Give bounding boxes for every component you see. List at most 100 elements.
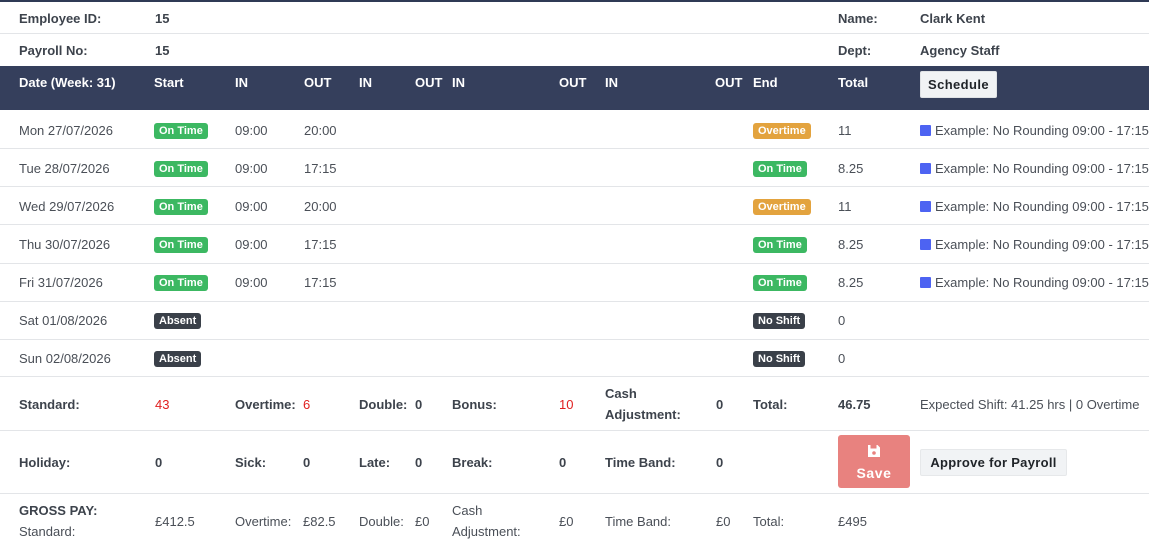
clock-out-time: 17:15: [304, 237, 337, 252]
divider: [0, 33, 1149, 34]
double-value: 0: [415, 397, 423, 412]
header-date: Date (Week: 31): [19, 75, 116, 90]
time-band-label: Time Band:: [605, 455, 676, 470]
clock-in-time: 09:00: [235, 237, 268, 252]
schedule-label: Example: No Rounding 09:00 - 17:15: [935, 237, 1149, 252]
dept-label: Dept:: [838, 43, 872, 58]
row-total: 0: [838, 351, 846, 366]
standard-label: Standard:: [19, 397, 80, 412]
name-value: Clark Kent: [920, 11, 986, 26]
clock-in-time: 09:00: [235, 275, 268, 290]
gross-pay-title: GROSS PAY:: [19, 503, 98, 518]
cash-adjustment-label-1: Cash: [605, 386, 637, 401]
clock-out-time: 17:15: [304, 275, 337, 290]
start-status-badge: On Time: [154, 275, 208, 291]
start-status-badge: On Time: [154, 199, 208, 215]
divider: [0, 493, 1149, 494]
end-status-badge: Overtime: [753, 199, 811, 215]
row-total: 11: [838, 199, 852, 214]
total-value: 46.75: [838, 397, 871, 412]
row-date: Thu 30/07/2026: [19, 237, 111, 252]
divider: [0, 224, 1149, 225]
sick-value: 0: [303, 455, 311, 470]
row-date: Wed 29/07/2026: [19, 199, 115, 214]
end-status-badge: On Time: [753, 237, 807, 253]
gross-cash-label-1: Cash: [452, 503, 483, 518]
schedule-label: Example: No Rounding 09:00 - 17:15: [935, 123, 1149, 138]
gross-total-value: £495: [838, 514, 867, 529]
holiday-value: 0: [155, 455, 163, 470]
header-out-1: OUT: [304, 75, 332, 90]
employee-id-label: Employee ID:: [19, 11, 102, 26]
approve-for-payroll-button[interactable]: Approve for Payroll: [920, 449, 1067, 476]
row-total: 8.25: [838, 161, 864, 176]
start-status-badge: On Time: [154, 161, 208, 177]
bonus-value: 10: [559, 397, 574, 412]
overtime-label: Overtime:: [235, 397, 296, 412]
schedule-label: Example: No Rounding 09:00 - 17:15: [935, 199, 1149, 214]
late-value: 0: [415, 455, 423, 470]
schedule-square-icon: [920, 163, 931, 174]
clock-out-time: 20:00: [304, 123, 337, 138]
gross-overtime-value: £82.5: [303, 514, 336, 529]
end-status-badge: No Shift: [753, 313, 806, 329]
schedule-label: Example: No Rounding 09:00 - 17:15: [935, 161, 1149, 176]
header-start: Start: [154, 75, 184, 90]
header-out-2: OUT: [415, 75, 443, 90]
payroll-no-value: 15: [155, 43, 170, 58]
cash-adjustment-label-2: Adjustment:: [605, 407, 681, 422]
row-date: Tue 28/07/2026: [19, 161, 110, 176]
dept-value: Agency Staff: [920, 43, 1000, 58]
save-button[interactable]: Save: [838, 435, 910, 488]
time-band-value: 0: [716, 455, 724, 470]
header-in-4: IN: [605, 75, 618, 90]
schedule-square-icon: [920, 239, 931, 250]
clock-out-time: 20:00: [304, 199, 337, 214]
row-total: 0: [838, 313, 846, 328]
schedule-label: Example: No Rounding 09:00 - 17:15: [935, 275, 1149, 290]
header-total: Total: [838, 75, 869, 90]
header-out-4: OUT: [715, 75, 743, 90]
schedule-square-icon: [920, 125, 931, 136]
gross-total-label: Total:: [753, 514, 785, 529]
row-total: 11: [838, 123, 852, 138]
floppy-disk-icon: [868, 445, 880, 457]
gross-double-value: £0: [415, 514, 430, 529]
gross-time-band-label: Time Band:: [605, 514, 671, 529]
overtime-value: 6: [303, 397, 311, 412]
start-status-badge: Absent: [154, 351, 202, 367]
standard-value: 43: [155, 397, 170, 412]
header-in-2: IN: [359, 75, 372, 90]
clock-out-time: 17:15: [304, 161, 337, 176]
header-in-3: IN: [452, 75, 465, 90]
end-status-badge: On Time: [753, 275, 807, 291]
start-status-badge: Absent: [154, 313, 202, 329]
start-status-badge: On Time: [154, 237, 208, 253]
start-status-badge: On Time: [154, 123, 208, 139]
payroll-no-label: Payroll No:: [19, 43, 88, 58]
divider: [0, 148, 1149, 149]
schedule-square-icon: [920, 277, 931, 288]
schedule-square-icon: [920, 201, 931, 212]
divider: [0, 301, 1149, 302]
employee-id-value: 15: [155, 11, 170, 26]
end-status-badge: Overtime: [753, 123, 811, 139]
clock-in-time: 09:00: [235, 199, 268, 214]
break-label: Break:: [452, 455, 493, 470]
row-total: 8.25: [838, 275, 864, 290]
schedule-button[interactable]: Schedule: [920, 71, 997, 98]
row-date: Mon 27/07/2026: [19, 123, 113, 138]
save-button-label: Save: [856, 465, 892, 481]
header-in-1: IN: [235, 75, 248, 90]
divider: [0, 263, 1149, 264]
row-date: Sun 02/08/2026: [19, 351, 111, 366]
divider: [0, 430, 1149, 431]
break-value: 0: [559, 455, 567, 470]
gross-double-label: Double:: [359, 514, 404, 529]
holiday-label: Holiday:: [19, 455, 71, 470]
total-label: Total:: [753, 397, 788, 412]
divider: [0, 339, 1149, 340]
late-label: Late:: [359, 455, 391, 470]
end-status-badge: On Time: [753, 161, 807, 177]
double-label: Double:: [359, 397, 408, 412]
